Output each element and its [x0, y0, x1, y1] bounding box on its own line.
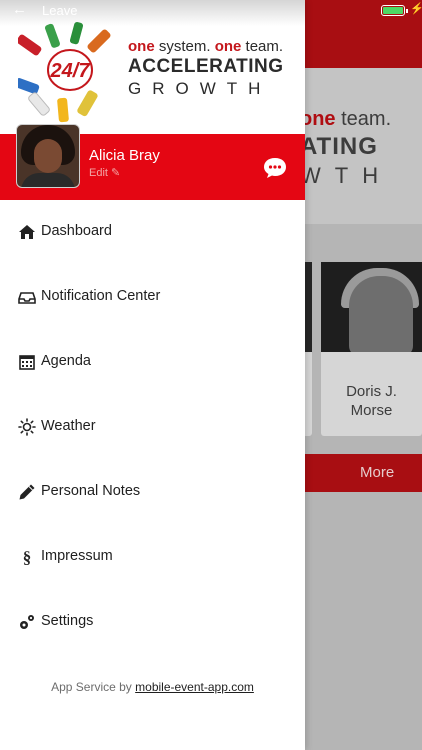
menu-label: Personal Notes: [41, 483, 141, 499]
inbox-icon: [18, 292, 36, 304]
drawer-menu: Dashboard Notification Center Agenda Wea…: [0, 200, 305, 655]
speaker-photo: [321, 262, 422, 352]
event-logo-icon: 24/7: [18, 22, 111, 123]
menu-label: Dashboard: [41, 223, 112, 239]
profile-edit-link[interactable]: Edit ✎: [89, 166, 120, 179]
speaker-name-line1: Doris J.: [346, 383, 397, 400]
tagline-team: team.: [245, 38, 284, 55]
menu-item-personal-notes[interactable]: Personal Notes: [0, 460, 305, 525]
drawer-footer: App Service by mobile-event-app.com: [0, 680, 305, 694]
tagline-accelerating: ACCELERATING: [128, 56, 284, 77]
avatar[interactable]: [16, 124, 80, 188]
gears-icon: [20, 615, 34, 629]
svg-text:§: §: [23, 548, 32, 566]
pencil-icon: [19, 484, 35, 500]
section-icon: §: [23, 548, 32, 566]
chat-bubble-icon[interactable]: [262, 156, 288, 180]
calendar-icon: [19, 355, 35, 370]
background-logo: one team. ATING WTH: [300, 108, 392, 189]
tagline-one-b: one: [214, 38, 242, 55]
menu-item-weather[interactable]: Weather: [0, 395, 305, 460]
menu-item-notification-center[interactable]: Notification Center: [0, 265, 305, 330]
menu-label: Notification Center: [41, 288, 161, 304]
tagline-one-a: one: [128, 38, 155, 55]
background-logo-line1: team.: [341, 108, 392, 130]
footer-prefix: App Service by: [51, 680, 132, 694]
speaker-name: Doris J. Morse: [321, 382, 422, 420]
background-logo-red: one: [300, 108, 336, 130]
tagline-system: system.: [158, 38, 211, 55]
menu-item-agenda[interactable]: Agenda: [0, 330, 305, 395]
background-logo-line2: ATING: [300, 133, 378, 160]
profile-name: Alicia Bray: [89, 147, 160, 164]
footer-link[interactable]: mobile-event-app.com: [135, 680, 254, 694]
pencil-small-icon: ✎: [111, 167, 121, 179]
more-button[interactable]: More: [360, 464, 394, 481]
event-tagline: one system. one team. ACCELERATING GROWT…: [128, 38, 284, 99]
menu-item-settings[interactable]: Settings: [0, 590, 305, 655]
charging-bolt-icon: ⚡: [410, 3, 422, 15]
menu-label: Weather: [41, 418, 96, 434]
speaker-name-line2: Morse: [350, 402, 393, 419]
profile-section[interactable]: Alicia Bray Edit ✎: [0, 124, 305, 200]
menu-item-dashboard[interactable]: Dashboard: [0, 200, 305, 265]
menu-label: Impressum: [41, 548, 113, 564]
menu-label: Agenda: [41, 353, 91, 369]
profile-edit-label: Edit: [89, 167, 108, 179]
home-icon: [19, 225, 35, 239]
sun-icon: [18, 418, 36, 436]
background-logo-line3: WTH: [300, 163, 393, 188]
battery-icon: [381, 5, 408, 16]
tagline-growth: GROWTH: [128, 79, 272, 98]
leave-button[interactable]: Leave: [42, 3, 77, 18]
menu-item-impressum[interactable]: § Impressum: [0, 525, 305, 590]
status-bar: ← Leave ⚡: [0, 0, 422, 22]
back-arrow-icon[interactable]: ←: [12, 1, 27, 18]
menu-label: Settings: [41, 613, 94, 629]
side-drawer: 24/7 one system. one team. ACCELERATING …: [0, 0, 305, 750]
event-logo-badge: 24/7: [50, 60, 91, 82]
